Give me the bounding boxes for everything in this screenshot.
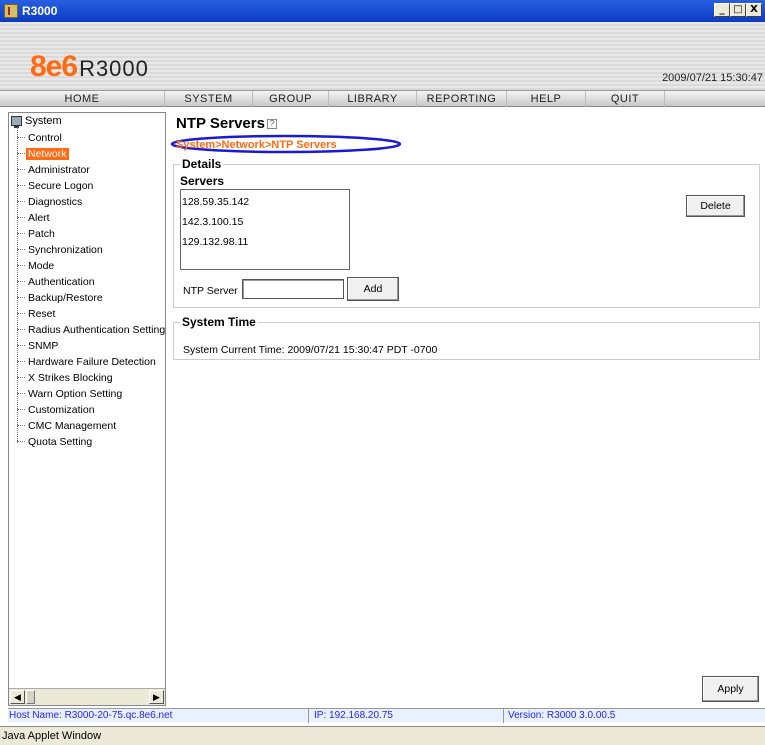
sidebar-item-diagnostics[interactable]: Diagnostics: [17, 194, 84, 210]
nav-library[interactable]: LIBRARY: [329, 91, 417, 107]
tree-root-system[interactable]: System: [11, 114, 62, 128]
sidebar-horizontal-scrollbar[interactable]: ◀ ▶: [9, 688, 165, 705]
sidebar-item-cmc-management[interactable]: CMC Management: [17, 418, 118, 434]
scroll-left-icon[interactable]: ◀: [10, 690, 25, 704]
sidebar-item-control[interactable]: Control: [17, 130, 64, 146]
header-datetime: 2009/07/21 15:30:47: [662, 72, 763, 84]
sidebar-item-alert[interactable]: Alert: [17, 210, 52, 226]
java-applet-bar: Java Applet Window: [0, 726, 765, 745]
main-nav: HOME SYSTEM GROUP LIBRARY REPORTING HELP…: [0, 90, 765, 107]
logo-product: R3000: [79, 56, 149, 81]
list-item[interactable]: 129.132.98.11: [182, 236, 248, 248]
close-button[interactable]: X: [746, 3, 762, 17]
logo-brand: 8e6: [30, 50, 78, 83]
status-divider: [503, 709, 504, 723]
details-legend: Details: [180, 157, 224, 171]
status-ip: IP: 192.168.20.75: [314, 710, 393, 721]
sidebar-item-network[interactable]: Network: [17, 146, 69, 162]
tree-root-label: System: [25, 115, 62, 127]
nav-home[interactable]: HOME: [0, 91, 165, 107]
status-version: Version: R3000 3.0.00.5: [508, 710, 616, 721]
ntp-server-input[interactable]: [242, 279, 344, 299]
sidebar-item-hardware-failure-detection[interactable]: Hardware Failure Detection: [17, 354, 158, 370]
status-bar: Host Name: R3000-20-75.qc.8e6.net IP: 19…: [8, 708, 765, 723]
logo: 8e6 R3000: [30, 50, 149, 84]
sidebar-item-quota-setting[interactable]: Quota Setting: [17, 434, 94, 450]
breadcrumb: System>Network>NTP Servers: [176, 139, 337, 151]
maximize-button[interactable]: □: [730, 3, 746, 17]
servers-label: Servers: [180, 174, 225, 188]
computer-icon: [11, 116, 22, 128]
minimize-button[interactable]: _: [714, 3, 730, 17]
sidebar-item-backup-restore[interactable]: Backup/Restore: [17, 290, 105, 306]
add-button[interactable]: Add: [347, 277, 399, 301]
sidebar-item-reset[interactable]: Reset: [17, 306, 57, 322]
sidebar-item-secure-logon[interactable]: Secure Logon: [17, 178, 95, 194]
scroll-thumb[interactable]: [26, 690, 35, 704]
sidebar-item-synchronization[interactable]: Synchronization: [17, 242, 105, 258]
nav-quit[interactable]: QUIT: [586, 91, 665, 107]
java-applet-label: Java Applet Window: [2, 730, 102, 742]
sidebar-item-radius-authentication-setting[interactable]: Radius Authentication Setting: [17, 322, 165, 338]
system-current-time: System Current Time: 2009/07/21 15:30:47…: [183, 344, 438, 356]
status-host-name: Host Name: R3000-20-75.qc.8e6.net: [9, 710, 173, 721]
ntp-server-label: NTP Server: [183, 285, 238, 297]
list-item[interactable]: 128.59.35.142: [182, 196, 249, 208]
nav-help[interactable]: HELP: [507, 91, 586, 107]
sidebar-item-x-strikes-blocking[interactable]: X Strikes Blocking: [17, 370, 115, 386]
sidebar-item-mode[interactable]: Mode: [17, 258, 56, 274]
main-content: NTP Servers ? System>Network>NTP Servers…: [170, 108, 765, 706]
system-tree: System Control Network Administrator Sec…: [9, 113, 165, 687]
java-cup-icon: [4, 4, 18, 18]
system-time-legend: System Time: [180, 315, 258, 329]
page-title: NTP Servers ?: [176, 115, 277, 132]
sidebar-item-patch[interactable]: Patch: [17, 226, 57, 242]
apply-button[interactable]: Apply: [702, 676, 759, 702]
list-item[interactable]: 142.3.100.15: [182, 216, 243, 228]
sidebar-item-snmp[interactable]: SNMP: [17, 338, 60, 354]
nav-system[interactable]: SYSTEM: [165, 91, 253, 107]
window-titlebar: R3000 _ □ X: [0, 0, 765, 22]
delete-button[interactable]: Delete: [686, 195, 745, 217]
sidebar-item-customization[interactable]: Customization: [17, 402, 97, 418]
sidebar-item-administrator[interactable]: Administrator: [17, 162, 92, 178]
sidebar-item-authentication[interactable]: Authentication: [17, 274, 97, 290]
servers-list[interactable]: 128.59.35.142 142.3.100.15 129.132.98.11: [180, 189, 350, 270]
scroll-right-icon[interactable]: ▶: [149, 690, 164, 704]
nav-group[interactable]: GROUP: [253, 91, 329, 107]
window-title: R3000: [22, 4, 58, 18]
window-controls: _ □ X: [714, 3, 762, 17]
sidebar: System Control Network Administrator Sec…: [8, 112, 166, 706]
app-header: 8e6 R3000 2009/07/21 15:30:47: [0, 22, 765, 90]
help-icon[interactable]: ?: [266, 118, 277, 129]
status-divider: [308, 709, 309, 723]
nav-reporting[interactable]: REPORTING: [417, 91, 507, 107]
sidebar-item-warn-option-setting[interactable]: Warn Option Setting: [17, 386, 124, 402]
